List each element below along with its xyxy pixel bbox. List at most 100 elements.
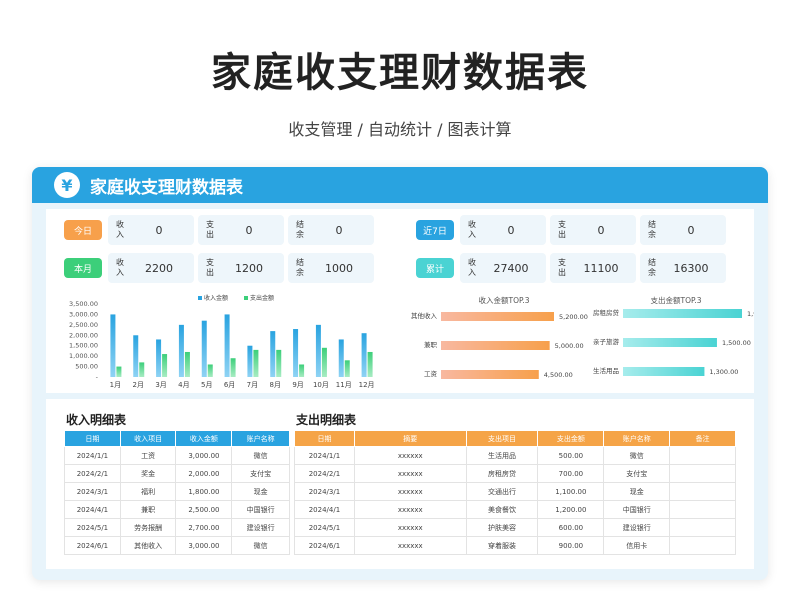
y-tick-label: 500.00 bbox=[75, 363, 98, 371]
hbar-bar bbox=[623, 338, 717, 347]
table-cell[interactable]: 3,000.00 bbox=[175, 446, 233, 465]
table-cell[interactable] bbox=[669, 482, 736, 501]
table-row[interactable]: 2024/3/1 xxxxxx 交通出行 1,100.00 现金 bbox=[294, 482, 736, 501]
table-cell[interactable]: 2024/2/1 bbox=[64, 464, 121, 483]
table-row[interactable]: 2024/5/1 劳务报酬 2,700.00 建设银行 bbox=[64, 518, 290, 537]
table-cell[interactable]: 支付宝 bbox=[231, 464, 290, 483]
table-cell[interactable]: 1,800.00 bbox=[175, 482, 233, 501]
stat-tag-last7[interactable]: 近7日 bbox=[416, 220, 454, 240]
expense-bar bbox=[299, 364, 305, 377]
table-cell[interactable]: 2,500.00 bbox=[175, 500, 233, 519]
table-cell[interactable]: xxxxxx bbox=[353, 536, 467, 555]
chart-panel: 收入金额 支出金额 3,500.00 3,000.00 2,500.00 2,000.00… bbox=[46, 287, 768, 393]
table-cell[interactable]: 2,000.00 bbox=[175, 464, 233, 483]
table-row[interactable]: 2024/1/1 xxxxxx 生活用品 500.00 微信 bbox=[294, 446, 736, 465]
table-cell[interactable]: 2,700.00 bbox=[175, 518, 233, 537]
y-tick-label: 3,000.00 bbox=[69, 310, 98, 318]
table-row[interactable]: 2024/4/1 兼职 2,500.00 中国银行 bbox=[64, 500, 290, 519]
table-cell[interactable]: 2024/1/1 bbox=[64, 446, 121, 465]
table-cell[interactable]: xxxxxx bbox=[353, 482, 467, 501]
table-cell[interactable]: 2024/3/1 bbox=[64, 482, 121, 501]
table-cell[interactable]: 1,200.00 bbox=[537, 500, 605, 519]
table-row[interactable]: 2024/5/1 xxxxxx 护肤美容 600.00 建设银行 bbox=[294, 518, 736, 537]
table-row[interactable]: 2024/3/1 福利 1,800.00 现金 bbox=[64, 482, 290, 501]
page-subtitle: 收支管理 / 自动统计 / 图表计算 bbox=[288, 120, 512, 139]
table-row[interactable]: 2024/4/1 xxxxxx 美食餐饮 1,200.00 中国银行 bbox=[294, 500, 736, 519]
stat-tag-total[interactable]: 累计 bbox=[416, 258, 454, 278]
column-header[interactable]: 日期 bbox=[294, 430, 355, 447]
table-cell[interactable]: 支付宝 bbox=[603, 464, 671, 483]
table-cell[interactable]: 兼职 bbox=[119, 500, 177, 519]
table-cell[interactable]: 美食餐饮 bbox=[465, 500, 539, 519]
table-cell[interactable]: 1,100.00 bbox=[537, 482, 605, 501]
table-cell[interactable]: 700.00 bbox=[537, 464, 605, 483]
stats-panel: 今日 收入 0 支出 0 结余 0 近7日 收入 0 支出 0 结余 0 本月 收入 2200 支出 1200 结余 1… bbox=[46, 209, 754, 291]
column-header[interactable]: 备注 bbox=[669, 430, 736, 447]
table-cell[interactable] bbox=[669, 536, 736, 555]
hbar-value-label: 5,200.00 bbox=[559, 313, 588, 321]
table-cell[interactable] bbox=[669, 446, 736, 465]
table-cell[interactable]: 信用卡 bbox=[603, 536, 671, 555]
table-cell[interactable]: 2024/6/1 bbox=[294, 536, 355, 555]
table-cell[interactable]: 生活用品 bbox=[465, 446, 539, 465]
table-cell[interactable]: 2024/2/1 bbox=[294, 464, 355, 483]
table-cell[interactable]: 900.00 bbox=[537, 536, 605, 555]
table-cell[interactable]: 奖金 bbox=[119, 464, 177, 483]
table-row[interactable]: 2024/2/1 xxxxxx 房租房贷 700.00 支付宝 bbox=[294, 464, 736, 483]
column-header[interactable]: 支出项目 bbox=[465, 430, 539, 447]
table-cell[interactable] bbox=[669, 464, 736, 483]
x-tick-label: 2月 bbox=[133, 381, 144, 389]
table-row[interactable]: 2024/1/1 工资 3,000.00 微信 bbox=[64, 446, 290, 465]
table-cell[interactable]: 微信 bbox=[231, 446, 290, 465]
column-header[interactable]: 支出金额 bbox=[537, 430, 605, 447]
table-cell[interactable]: 500.00 bbox=[537, 446, 605, 465]
table-cell[interactable]: 工资 bbox=[119, 446, 177, 465]
table-cell[interactable]: 建设银行 bbox=[603, 518, 671, 537]
table-cell[interactable]: xxxxxx bbox=[353, 518, 467, 537]
table-cell[interactable]: 中国银行 bbox=[603, 500, 671, 519]
column-header[interactable]: 账户名称 bbox=[603, 430, 671, 447]
table-cell[interactable]: 现金 bbox=[231, 482, 290, 501]
stat-tag-today[interactable]: 今日 bbox=[64, 220, 102, 240]
column-header[interactable]: 账户名称 bbox=[231, 430, 290, 447]
table-cell[interactable] bbox=[669, 500, 736, 519]
table-cell[interactable]: 现金 bbox=[603, 482, 671, 501]
table-cell[interactable]: 3,000.00 bbox=[175, 536, 233, 555]
table-row[interactable]: 2024/6/1 xxxxxx 穿着服装 900.00 信用卡 bbox=[294, 536, 736, 555]
column-header[interactable]: 日期 bbox=[64, 430, 121, 447]
table-cell[interactable]: 房租房贷 bbox=[465, 464, 539, 483]
stat-tag-month[interactable]: 本月 bbox=[64, 258, 102, 278]
table-cell[interactable]: xxxxxx bbox=[353, 446, 467, 465]
table-cell[interactable]: 2024/5/1 bbox=[294, 518, 355, 537]
table-cell[interactable]: 中国银行 bbox=[231, 500, 290, 519]
dashboard-card: ¥ 家庭收支理财数据表 今日 收入 0 支出 0 结余 0 近7日 收入 0 支出 0 结余 0 本月 收入 2… bbox=[32, 167, 768, 580]
table-cell[interactable]: 微信 bbox=[231, 536, 290, 555]
table-cell[interactable]: 2024/5/1 bbox=[64, 518, 121, 537]
table-cell[interactable]: 2024/4/1 bbox=[64, 500, 121, 519]
income-bar bbox=[224, 314, 230, 377]
column-header[interactable]: 收入金额 bbox=[175, 430, 233, 447]
column-header[interactable]: 收入项目 bbox=[119, 430, 177, 447]
table-cell[interactable]: 微信 bbox=[603, 446, 671, 465]
table-cell[interactable]: 2024/1/1 bbox=[294, 446, 355, 465]
table-cell[interactable]: xxxxxx bbox=[353, 500, 467, 519]
table-cell[interactable]: 劳务报酬 bbox=[119, 518, 177, 537]
income-bar bbox=[270, 331, 276, 377]
stat-label: 结余 bbox=[648, 258, 656, 277]
x-tick-label: 9月 bbox=[292, 381, 303, 389]
column-header[interactable]: 摘要 bbox=[353, 430, 467, 447]
table-cell[interactable]: 建设银行 bbox=[231, 518, 290, 537]
table-cell[interactable]: 穿着服装 bbox=[465, 536, 539, 555]
table-cell[interactable]: 其他收入 bbox=[119, 536, 177, 555]
table-cell[interactable]: 2024/4/1 bbox=[294, 500, 355, 519]
table-cell[interactable]: 护肤美容 bbox=[465, 518, 539, 537]
table-cell[interactable]: xxxxxx bbox=[353, 464, 467, 483]
table-cell[interactable]: 600.00 bbox=[537, 518, 605, 537]
table-cell[interactable] bbox=[669, 518, 736, 537]
table-cell[interactable]: 2024/3/1 bbox=[294, 482, 355, 501]
table-row[interactable]: 2024/6/1 其他收入 3,000.00 微信 bbox=[64, 536, 290, 555]
table-row[interactable]: 2024/2/1 奖金 2,000.00 支付宝 bbox=[64, 464, 290, 483]
table-cell[interactable]: 福利 bbox=[119, 482, 177, 501]
table-cell[interactable]: 2024/6/1 bbox=[64, 536, 121, 555]
table-cell[interactable]: 交通出行 bbox=[465, 482, 539, 501]
